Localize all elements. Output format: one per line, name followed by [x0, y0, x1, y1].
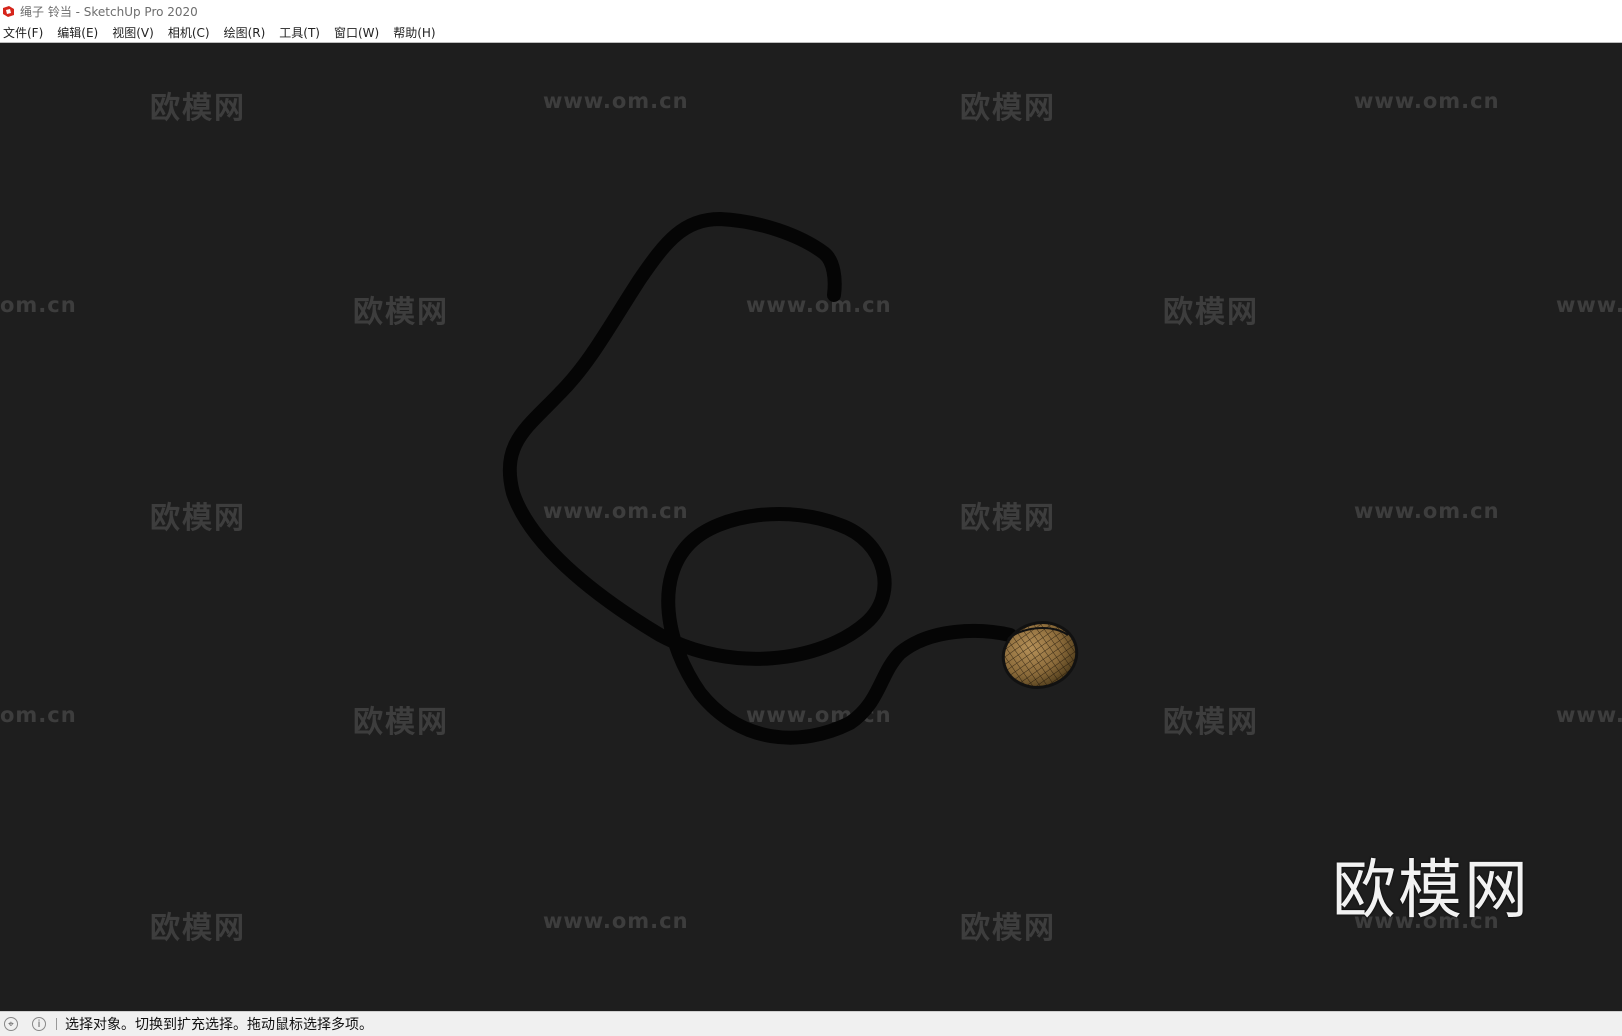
geo-location-icon[interactable]: ⌖ — [4, 1017, 18, 1031]
info-icon[interactable]: i — [32, 1017, 46, 1031]
status-bar: ⌖ i 选择对象。切换到扩充选择。拖动鼠标选择多项。 — [0, 1011, 1622, 1036]
status-message: 选择对象。切换到扩充选择。拖动鼠标选择多项。 — [65, 1017, 373, 1033]
menu-window[interactable]: 窗口(W) — [331, 24, 382, 41]
sketchup-logo-icon[interactable] — [1, 4, 15, 18]
menu-tools[interactable]: 工具(T) — [276, 24, 323, 41]
menu-camera[interactable]: 相机(C) — [165, 24, 213, 41]
menu-file[interactable]: 文件(F) — [0, 24, 46, 41]
status-divider — [56, 1018, 57, 1030]
bell[interactable] — [996, 615, 1084, 696]
title-bar: 绳子 铃当 - SketchUp Pro 2020 — [0, 0, 1622, 22]
menu-help[interactable]: 帮助(H) — [390, 24, 438, 41]
window-title: 绳子 铃当 - SketchUp Pro 2020 — [20, 4, 198, 19]
rope[interactable] — [502, 212, 1017, 745]
menu-draw[interactable]: 绘图(R) — [221, 24, 269, 41]
menu-view[interactable]: 视图(V) — [109, 24, 157, 41]
menu-edit[interactable]: 编辑(E) — [54, 24, 101, 41]
watermark-logo: 欧模网 — [1332, 854, 1530, 928]
model-viewport[interactable]: 欧模网 www.om.cn 欧模网 www.om.cn om.cn 欧模网 ww… — [0, 43, 1622, 1011]
menu-bar: 文件(F) 编辑(E) 视图(V) 相机(C) 绘图(R) 工具(T) 窗口(W… — [0, 22, 1622, 43]
